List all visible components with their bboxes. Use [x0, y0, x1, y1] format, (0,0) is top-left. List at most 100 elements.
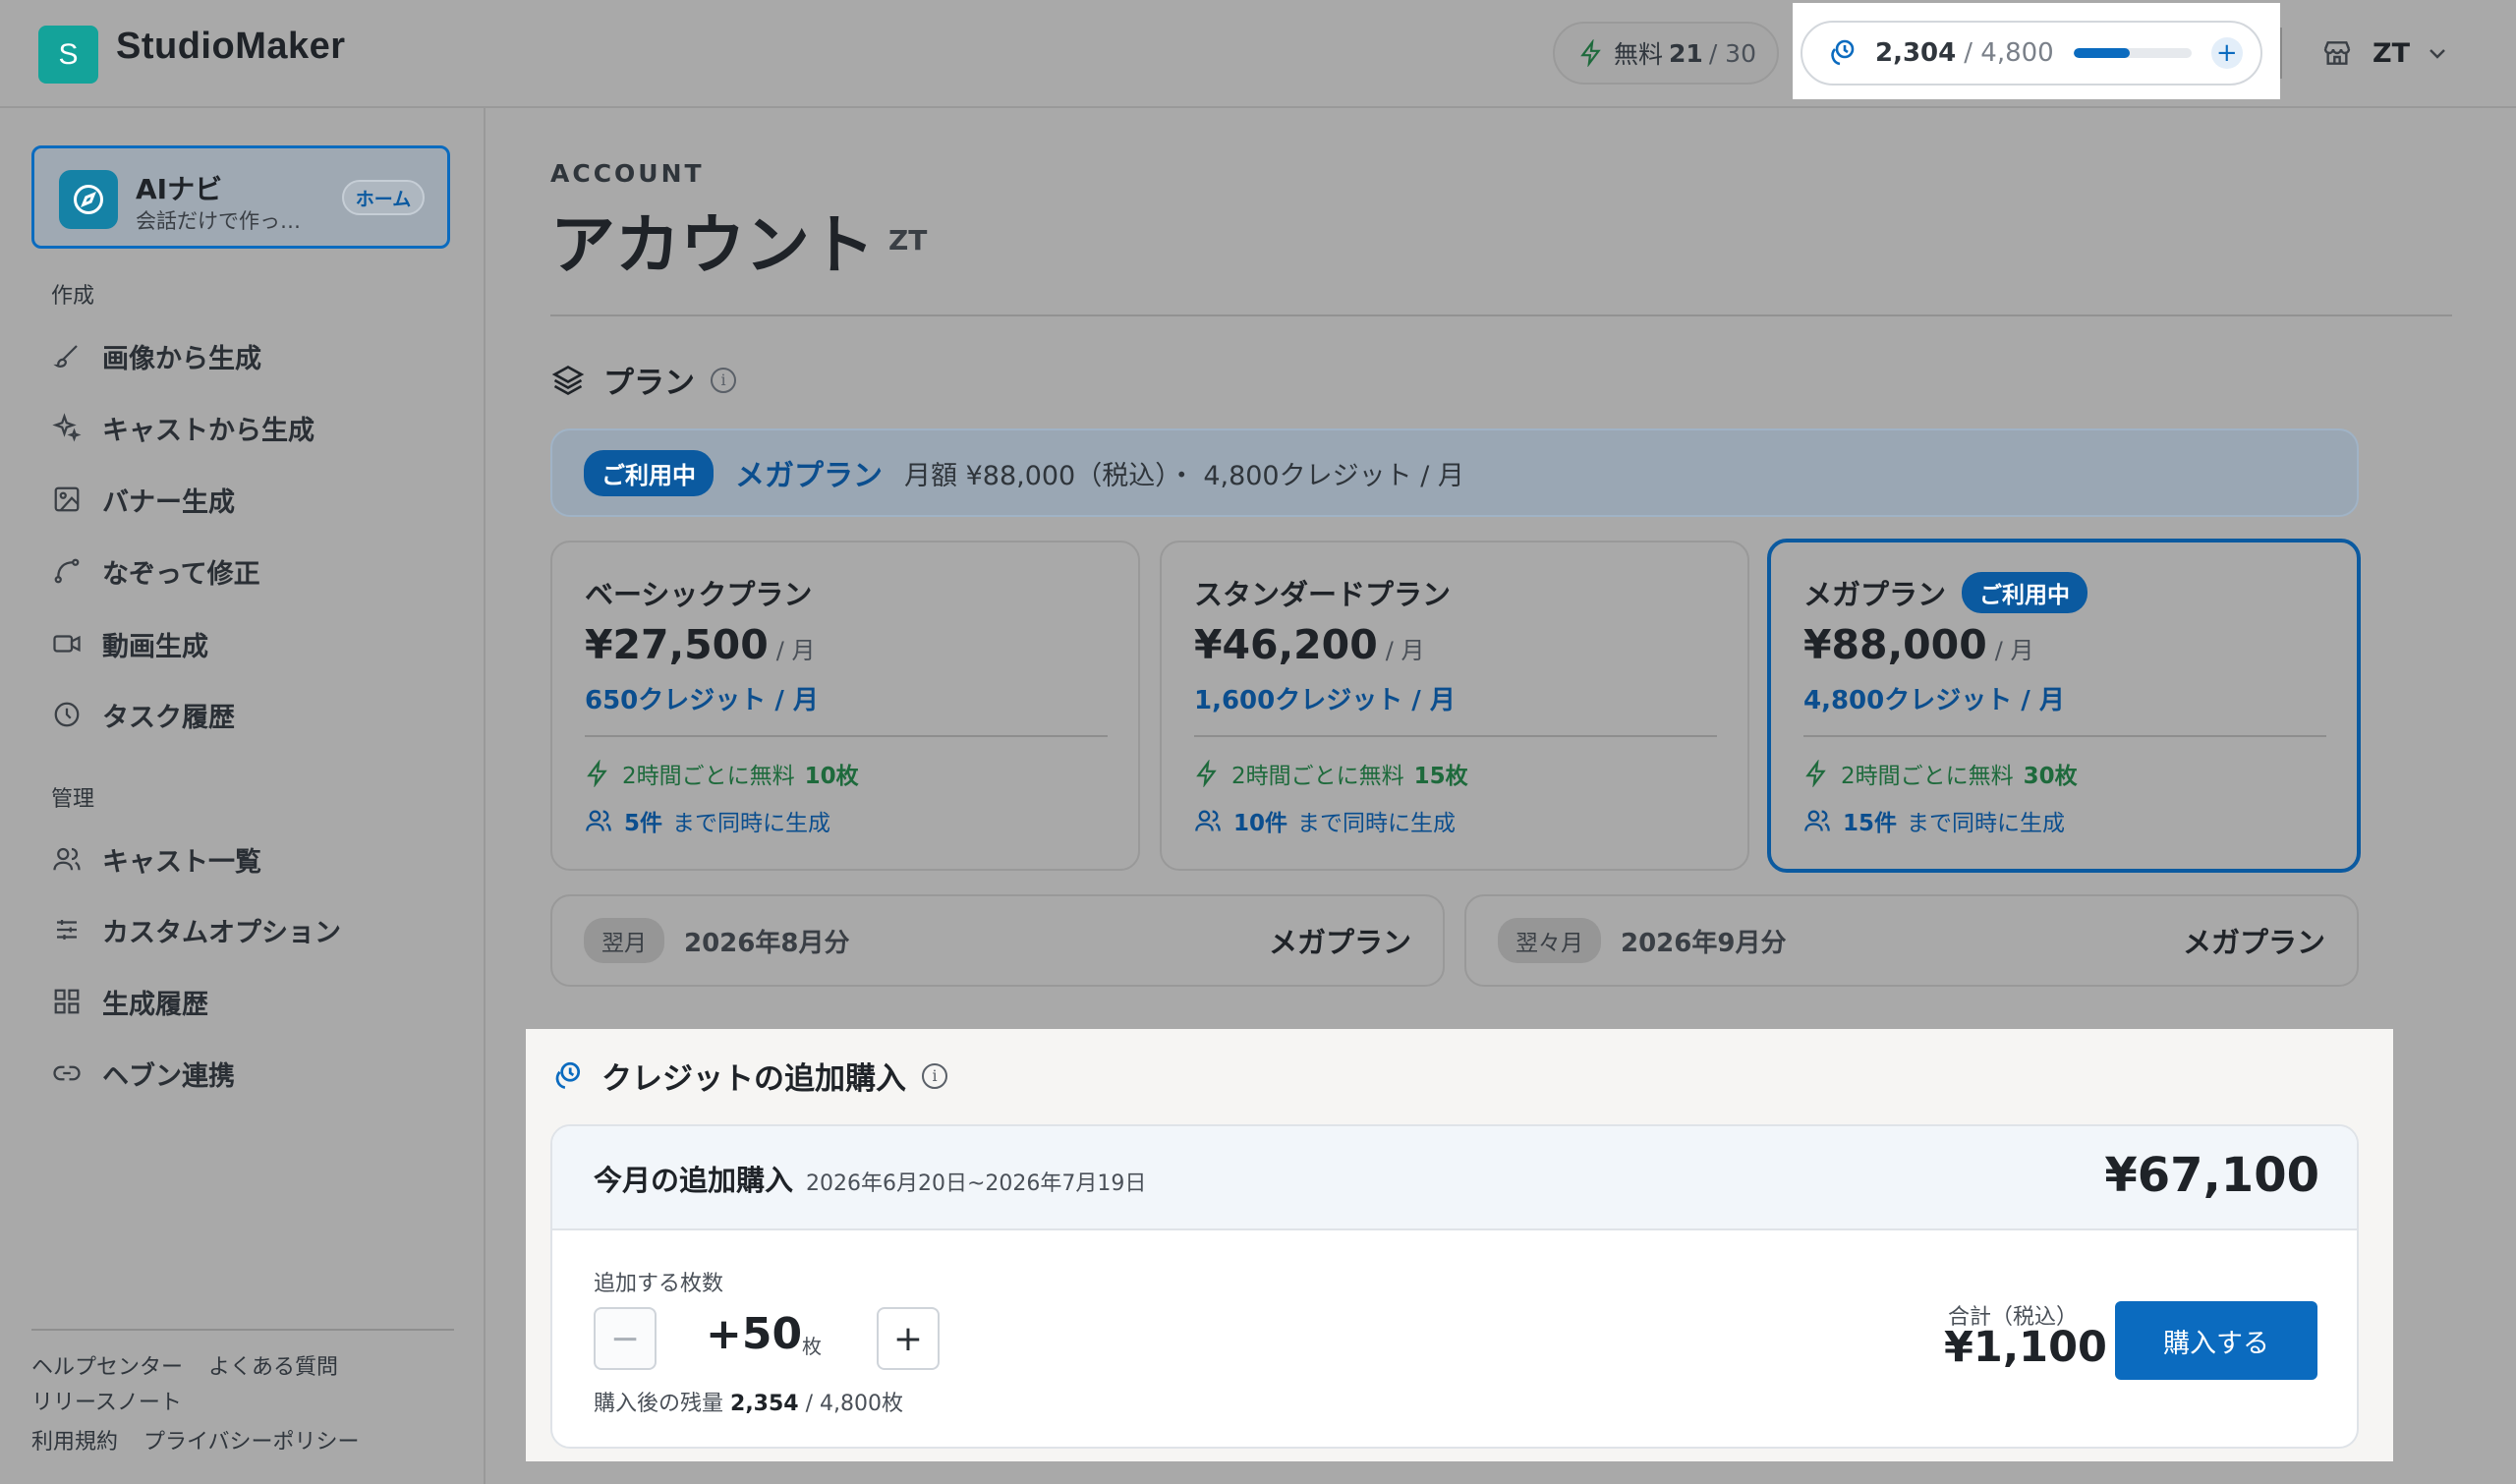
nav-label: バナー生成: [102, 486, 235, 518]
plan-card-basic[interactable]: ベーシックプラン ¥27,500/ 月 650クレジット / 月 2時間ごとに無…: [550, 541, 1140, 871]
users-icon: [585, 807, 612, 834]
user-initials: ZT: [2373, 37, 2410, 69]
month-purchase-label: 今月の追加購入: [594, 1164, 794, 1197]
credit-counter[interactable]: 2,304 / 4,800 +: [1801, 21, 2262, 86]
plan-free-count: 15枚: [1413, 764, 1468, 789]
privacy-link[interactable]: プライバシーポリシー: [143, 1424, 360, 1455]
upcoming-month-card: 翌々月 2026年9月分 メガプラン: [1464, 894, 2359, 987]
plan-section-header: プラン i: [550, 358, 736, 402]
purchase-section-title: クレジットの追加購入: [601, 1061, 906, 1097]
credit-value: 2,304: [1875, 38, 1957, 68]
link-icon: [51, 1057, 83, 1089]
plan-free-text: 2時間ごとに無料: [1841, 764, 2014, 789]
nav-task-history[interactable]: タスク履歴: [51, 693, 235, 736]
plan-credits: 4,800クレジット / 月: [1803, 686, 2065, 715]
plan-price-row: ¥46,200 / 月: [1194, 621, 1424, 668]
plan-concurrent-count: 15件: [1843, 811, 1898, 836]
nav-trace-fix[interactable]: なぞって修正: [51, 549, 260, 593]
plan-price-row: ¥88,000 / 月: [1803, 621, 2033, 668]
add-credit-button[interactable]: +: [2210, 37, 2243, 69]
page-title: アカウント: [550, 207, 875, 283]
release-notes-link[interactable]: リリースノート: [31, 1385, 182, 1416]
nav-heaven-link[interactable]: ヘブン連携: [51, 1052, 235, 1095]
nav-cast-generate[interactable]: キャストから生成: [51, 406, 314, 449]
lightning-icon: [1803, 760, 1829, 787]
plan-free-count: 30枚: [2023, 764, 2078, 789]
layers-icon: [550, 363, 586, 398]
title-divider: [550, 314, 2452, 316]
home-badge[interactable]: ホーム: [342, 180, 425, 215]
nav-label: キャストから生成: [102, 415, 314, 446]
plan-name-row: メガプラン ご利用中: [1803, 572, 2088, 613]
quantity-minus-button[interactable]: −: [594, 1307, 657, 1370]
active-badge: ご利用中: [1962, 572, 2088, 613]
users-icon: [1803, 807, 1831, 834]
nav-label: なぞって修正: [102, 558, 260, 590]
nav-label: 生成履歴: [102, 989, 208, 1020]
quantity-label: 追加する枚数: [594, 1272, 724, 1296]
coins-icon: [550, 1059, 584, 1093]
total-value: ¥1,100: [1944, 1323, 2107, 1372]
free-value: 21: [1669, 38, 1703, 68]
users-icon: [51, 843, 83, 875]
plan-name: ベーシックプラン: [585, 578, 813, 611]
upcoming-month-card: 翌月 2026年8月分 メガプラン: [550, 894, 1445, 987]
month-plan: メガプラン: [1268, 926, 1411, 959]
faq-link[interactable]: よくある質問: [208, 1349, 338, 1381]
purchase-section-header: クレジットの追加購入 i: [550, 1054, 947, 1098]
page-user-initials: ZT: [888, 224, 928, 257]
image-icon: [51, 484, 83, 515]
month-purchase-total: ¥67,100: [2104, 1148, 2319, 1203]
plan-section-title: プラン: [603, 366, 695, 401]
purchase-button[interactable]: 購入する: [2115, 1301, 2317, 1380]
nav-label: 画像から生成: [102, 343, 261, 374]
plus-icon: +: [892, 1318, 924, 1359]
help-center-link[interactable]: ヘルプセンター: [31, 1349, 183, 1381]
plan-concurrent-feature: 15件 まで同時に生成: [1803, 804, 2065, 837]
sliders-icon: [51, 914, 83, 945]
plan-card-standard[interactable]: スタンダードプラン ¥46,200 / 月 1,600クレジット / 月 2時間ご…: [1160, 541, 1749, 871]
nav-video-generate[interactable]: 動画生成: [51, 622, 208, 665]
plan-card-mega[interactable]: メガプラン ご利用中 ¥88,000 / 月 4,800クレジット / 月 2時間…: [1767, 539, 2361, 873]
nav-generate-history[interactable]: 生成履歴: [51, 980, 208, 1023]
plan-divider: [1194, 735, 1717, 737]
minus-icon: −: [609, 1318, 641, 1359]
plan-divider: [1803, 735, 2326, 737]
current-badge: ご利用中: [584, 449, 714, 496]
plan-per: / 月: [775, 637, 816, 664]
users-icon: [1194, 807, 1222, 834]
terms-link[interactable]: 利用規約: [31, 1424, 118, 1455]
plan-concurrent-text: まで同時に生成: [672, 811, 831, 836]
plan-concurrent-text: まで同時に生成: [1297, 811, 1457, 836]
remaining-after-purchase: 購入後の残量 2,354 / 4,800枚: [594, 1386, 903, 1417]
app-logo[interactable]: S: [38, 26, 98, 84]
nav-image-generate[interactable]: 画像から生成: [51, 334, 261, 377]
credit-progress-bar: [2073, 48, 2192, 58]
info-icon[interactable]: i: [922, 1062, 947, 1089]
plan-free-text: 2時間ごとに無料: [1231, 764, 1404, 789]
header-divider: [2280, 28, 2282, 79]
nav-banner-generate[interactable]: バナー生成: [51, 478, 235, 521]
month-tag: 翌々月: [1498, 918, 1601, 963]
info-icon[interactable]: i: [711, 367, 736, 393]
plan-per: / 月: [1385, 637, 1425, 664]
logo-letter: S: [58, 37, 79, 71]
manage-section-label: 管理: [51, 787, 95, 812]
nav-custom-options[interactable]: カスタムオプション: [51, 908, 341, 951]
quantity-plus-button[interactable]: +: [877, 1307, 940, 1370]
clock-icon: [51, 699, 83, 730]
free-generation-counter[interactable]: 無料 21 / 30: [1553, 22, 1779, 85]
quantity-unit: 枚: [802, 1335, 822, 1358]
month-date: 2026年9月分: [1621, 928, 1787, 958]
app-name[interactable]: StudioMaker: [116, 26, 346, 68]
ai-navi-card[interactable]: AIナビ 会話だけで作っ… ホーム: [31, 145, 450, 249]
plan-price: ¥88,000: [1803, 621, 1987, 668]
user-menu[interactable]: ZT: [2321, 29, 2447, 77]
remaining-suffix: / 4,800枚: [805, 1392, 903, 1416]
lightning-icon: [1578, 39, 1604, 67]
nav-cast-list[interactable]: キャスト一覧: [51, 837, 261, 881]
page-eyebrow: ACCOUNT: [550, 159, 705, 188]
nav-label: キャスト一覧: [102, 846, 261, 878]
plan-credits: 650クレジット / 月: [585, 686, 819, 715]
nav-label: カスタムオプション: [102, 917, 341, 948]
